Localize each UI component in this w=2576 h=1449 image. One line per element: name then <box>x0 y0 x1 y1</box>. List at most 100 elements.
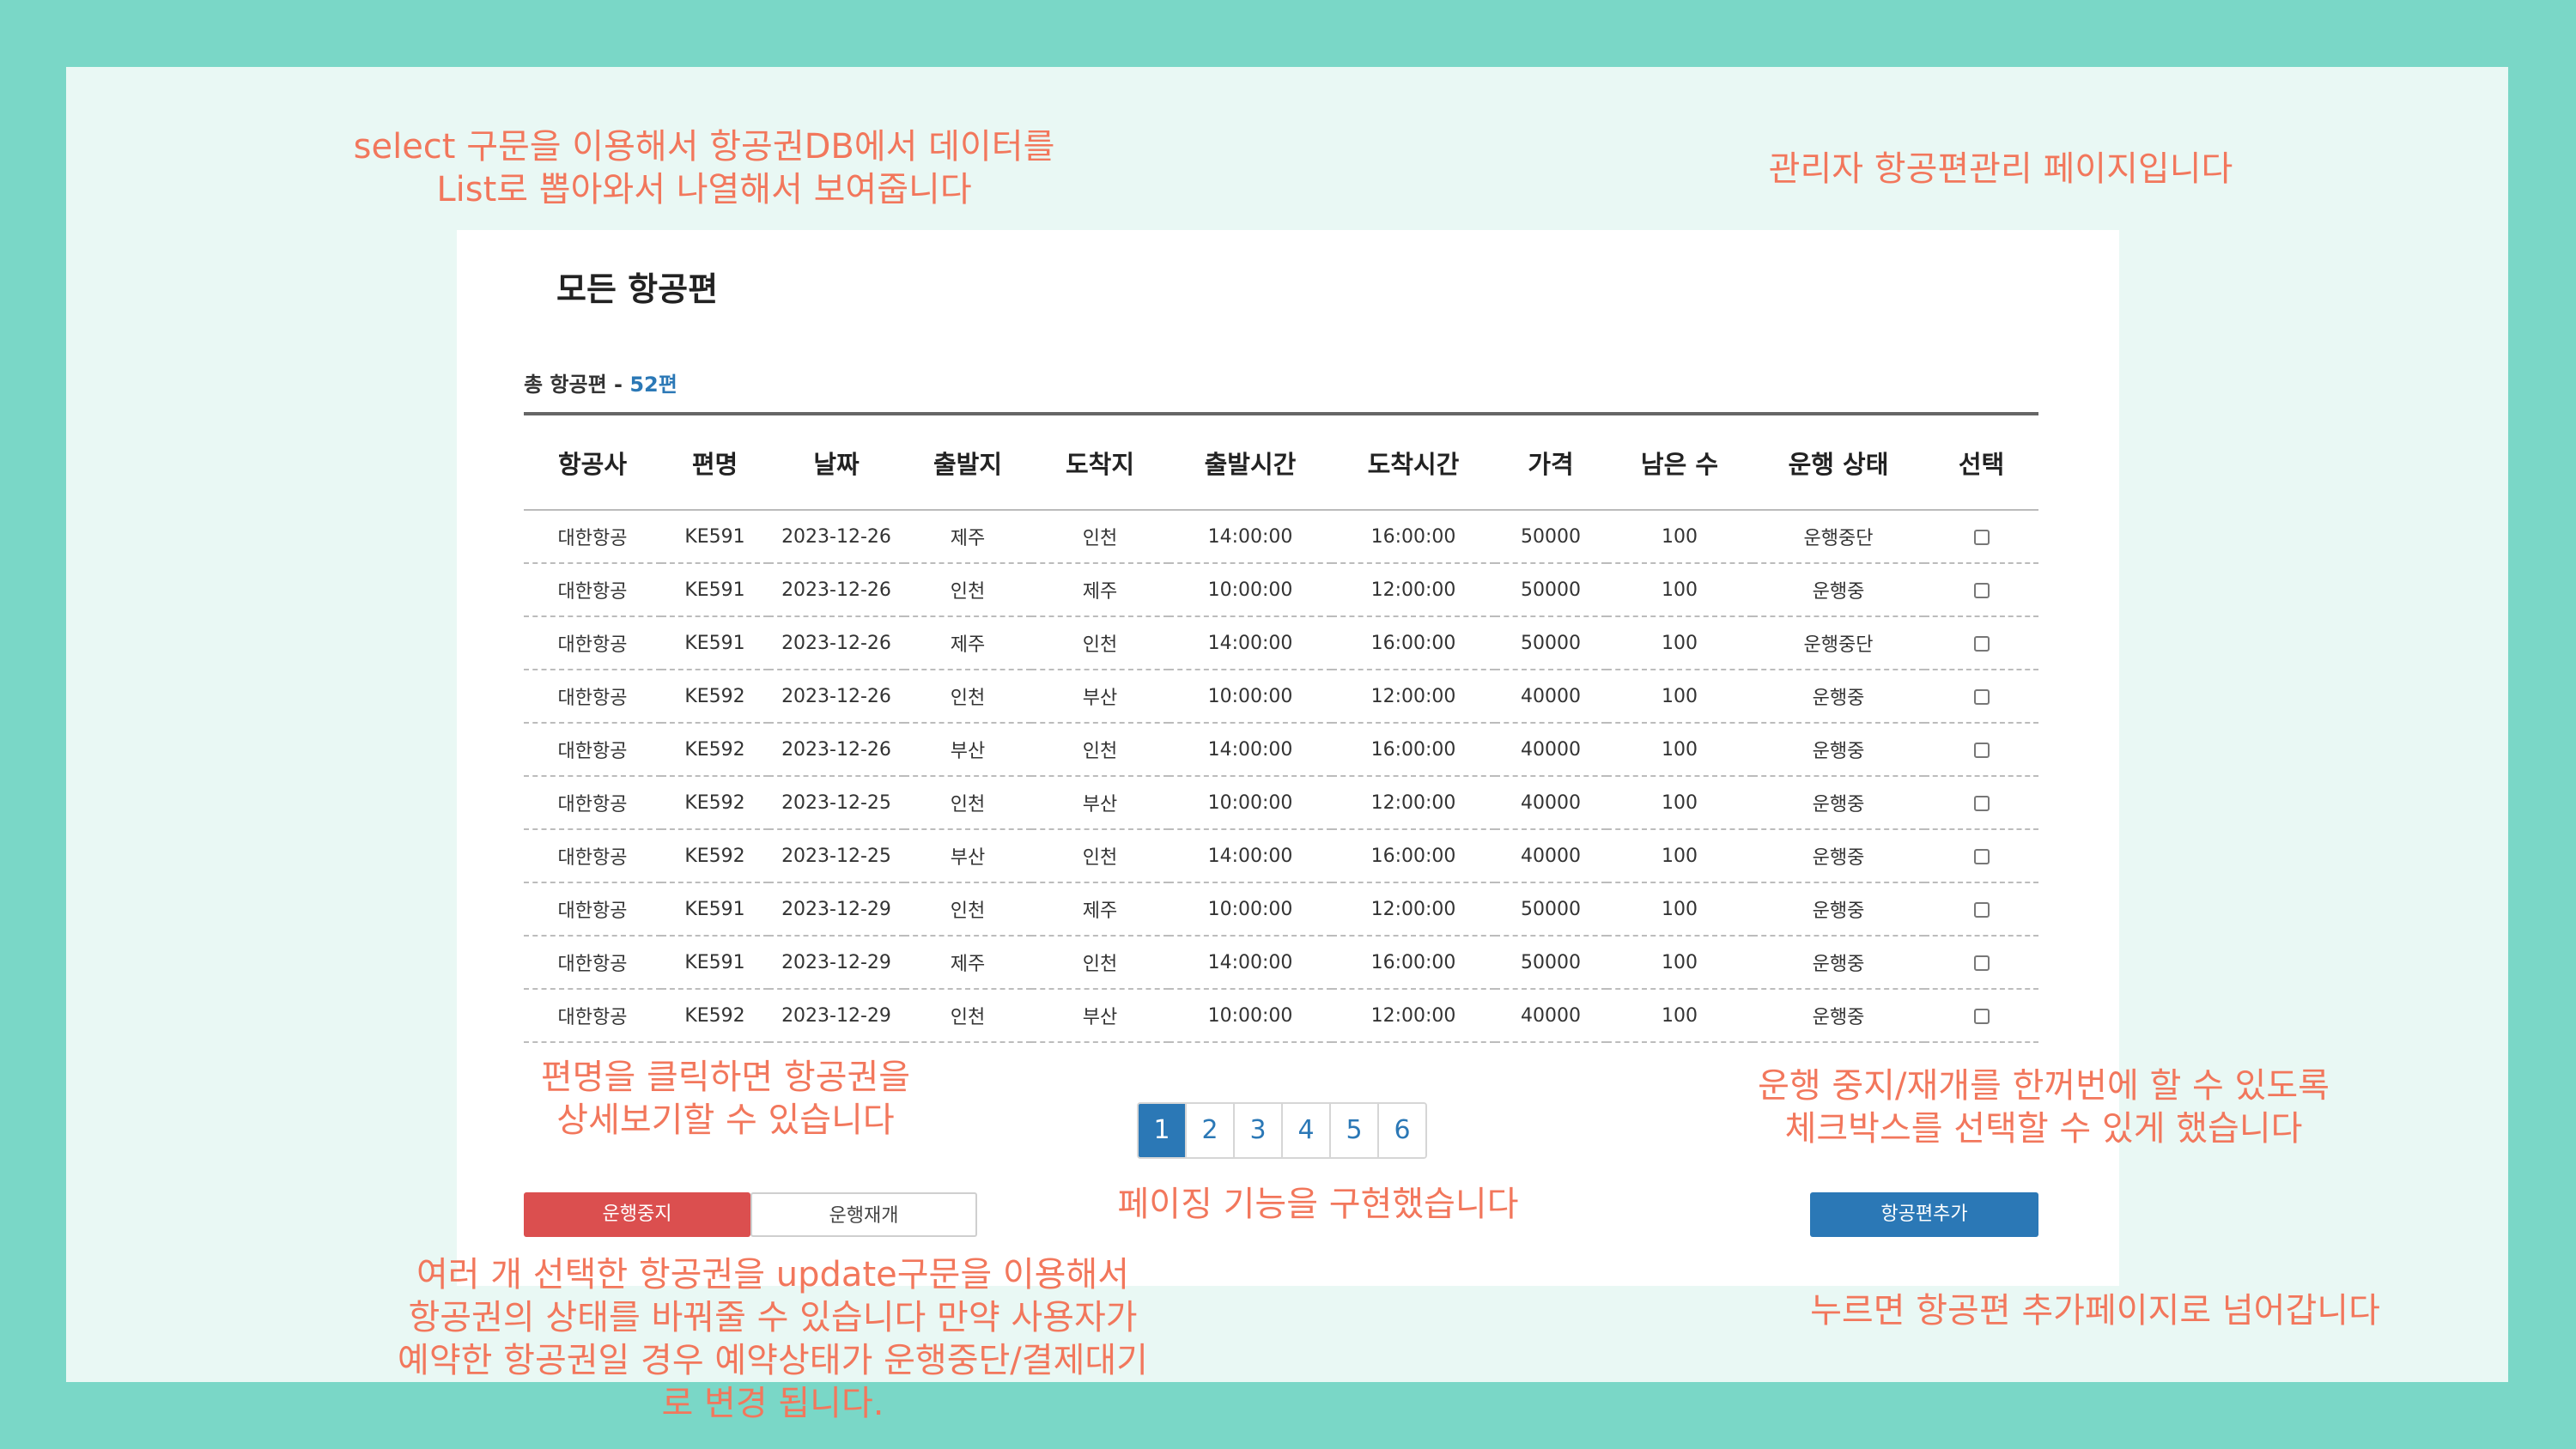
page-button-3[interactable]: 3 <box>1233 1104 1281 1157</box>
cell-airline: 대한항공 <box>524 563 661 617</box>
row-select-checkbox[interactable] <box>1973 901 1990 918</box>
total-flights-label: 총 항공편 - <box>524 373 630 397</box>
row-select-checkbox[interactable] <box>1973 1008 1990 1024</box>
table-row: 대한항공 KE592 2023-12-26 부산 인천 14:00:00 16:00:00 4… <box>524 723 2038 777</box>
cell-seats-left: 100 <box>1607 776 1753 830</box>
row-select-checkbox[interactable] <box>1973 529 1990 545</box>
page-button-2[interactable]: 2 <box>1185 1104 1233 1157</box>
cell-seats-left: 100 <box>1607 510 1753 564</box>
flight-table-body: 대한항공 KE591 2023-12-26 제주 인천 14:00:00 16:00:00 5… <box>524 510 2038 1043</box>
cell-price: 50000 <box>1495 616 1607 670</box>
cell-date: 2023-12-29 <box>769 989 904 1043</box>
header-arrival-time: 도착시간 <box>1332 412 1495 511</box>
row-select-checkbox[interactable] <box>1973 582 1990 598</box>
cell-price: 40000 <box>1495 670 1607 724</box>
cell-flight-no[interactable]: KE591 <box>661 936 769 990</box>
cell-date: 2023-12-25 <box>769 829 904 883</box>
cell-destination: 인천 <box>1031 829 1169 883</box>
row-select-checkbox[interactable] <box>1973 635 1990 652</box>
cell-status: 운행중 <box>1753 723 1924 777</box>
cell-price: 50000 <box>1495 563 1607 617</box>
cell-flight-no[interactable]: KE592 <box>661 989 769 1043</box>
cell-flight-no[interactable]: KE591 <box>661 616 769 670</box>
table-header-row: 항공사 편명 날짜 출발지 도착지 출발시간 도착시간 가격 남은 수 운행 상… <box>524 412 2038 511</box>
cell-destination: 부산 <box>1031 776 1169 830</box>
cell-airline: 대한항공 <box>524 616 661 670</box>
table-row: 대한항공 KE591 2023-12-29 인천 제주 10:00:00 12:00:00 5… <box>524 882 2038 937</box>
header-airline: 항공사 <box>524 412 661 511</box>
page-button-1[interactable]: 1 <box>1139 1104 1185 1157</box>
header-price: 가격 <box>1495 412 1607 511</box>
annotation-update-query: 여러 개 선택한 항공권을 update구문을 이용해서 항공권의 상태를 바꿔… <box>398 1255 1148 1423</box>
cell-arrival-time: 12:00:00 <box>1332 670 1495 724</box>
total-flights-count: 52편 <box>629 373 677 397</box>
cell-status: 운행중 <box>1753 936 1924 990</box>
cell-price: 40000 <box>1495 776 1607 830</box>
page-button-4[interactable]: 4 <box>1281 1104 1329 1157</box>
cell-status: 운행중단 <box>1753 510 1924 564</box>
cell-status: 운행중단 <box>1753 616 1924 670</box>
cell-airline: 대한항공 <box>524 936 661 990</box>
table-row: 대한항공 KE592 2023-12-26 인천 부산 10:00:00 12:00:00 4… <box>524 670 2038 724</box>
cell-origin: 제주 <box>904 510 1031 564</box>
cell-select <box>1924 616 2038 670</box>
cell-flight-no[interactable]: KE592 <box>661 670 769 724</box>
cell-destination: 부산 <box>1031 670 1169 724</box>
cell-seats-left: 100 <box>1607 616 1753 670</box>
cell-select <box>1924 882 2038 937</box>
page-button-5[interactable]: 5 <box>1329 1104 1377 1157</box>
cell-origin: 인천 <box>904 563 1031 617</box>
cell-destination: 인천 <box>1031 616 1169 670</box>
add-flight-button[interactable]: 항공편추가 <box>1810 1192 2038 1237</box>
cell-date: 2023-12-26 <box>769 616 904 670</box>
cell-seats-left: 100 <box>1607 563 1753 617</box>
header-flight-no: 편명 <box>661 412 769 511</box>
cell-airline: 대한항공 <box>524 670 661 724</box>
cell-status: 운행중 <box>1753 670 1924 724</box>
cell-seats-left: 100 <box>1607 723 1753 777</box>
cell-origin: 부산 <box>904 829 1031 883</box>
annotation-select-query: select 구문을 이용해서 항공권DB에서 데이터를 List로 뽑아와서 … <box>353 127 1055 209</box>
cell-flight-no[interactable]: KE591 <box>661 563 769 617</box>
cell-status: 운행중 <box>1753 776 1924 830</box>
table-row: 대한항공 KE591 2023-12-26 인천 제주 10:00:00 12:00:00 5… <box>524 563 2038 617</box>
cell-seats-left: 100 <box>1607 989 1753 1043</box>
row-select-checkbox[interactable] <box>1973 742 1990 758</box>
annotation-paging: 페이징 기능을 구현했습니다 <box>1117 1185 1519 1224</box>
cell-flight-no[interactable]: KE592 <box>661 723 769 777</box>
cell-arrival-time: 12:00:00 <box>1332 989 1495 1043</box>
table-row: 대한항공 KE591 2023-12-26 제주 인천 14:00:00 16:00:00 5… <box>524 510 2038 564</box>
page-button-6[interactable]: 6 <box>1377 1104 1425 1157</box>
cell-flight-no[interactable]: KE591 <box>661 510 769 564</box>
cell-destination: 인천 <box>1031 723 1169 777</box>
stop-operation-button[interactable]: 운행중지 <box>524 1192 750 1237</box>
cell-arrival-time: 16:00:00 <box>1332 510 1495 564</box>
cell-airline: 대한항공 <box>524 723 661 777</box>
row-select-checkbox[interactable] <box>1973 955 1990 971</box>
cell-airline: 대한항공 <box>524 829 661 883</box>
cell-price: 50000 <box>1495 936 1607 990</box>
cell-departure-time: 14:00:00 <box>1169 829 1332 883</box>
row-select-checkbox[interactable] <box>1973 795 1990 811</box>
cell-select <box>1924 936 2038 990</box>
cell-origin: 제주 <box>904 616 1031 670</box>
table-row: 대한항공 KE592 2023-12-25 인천 부산 10:00:00 12:00:00 4… <box>524 776 2038 830</box>
header-select: 선택 <box>1924 412 2038 511</box>
row-select-checkbox[interactable] <box>1973 688 1990 705</box>
row-select-checkbox[interactable] <box>1973 848 1990 864</box>
annotation-add-flight: 누르면 항공편 추가페이지로 넘어갑니다 <box>1810 1291 2380 1331</box>
cell-departure-time: 10:00:00 <box>1169 776 1332 830</box>
annotation-flight-click: 편명을 클릭하면 항공권을 상세보기할 수 있습니다 <box>540 1058 911 1140</box>
cell-flight-no[interactable]: KE592 <box>661 776 769 830</box>
table-row: 대한항공 KE592 2023-12-25 부산 인천 14:00:00 16:00:00 4… <box>524 829 2038 883</box>
cell-arrival-time: 12:00:00 <box>1332 563 1495 617</box>
cell-arrival-time: 12:00:00 <box>1332 776 1495 830</box>
cell-flight-no[interactable]: KE592 <box>661 829 769 883</box>
cell-origin: 인천 <box>904 989 1031 1043</box>
cell-price: 40000 <box>1495 989 1607 1043</box>
resume-operation-button[interactable]: 운행재개 <box>750 1192 977 1237</box>
cell-destination: 제주 <box>1031 882 1169 937</box>
cell-departure-time: 14:00:00 <box>1169 616 1332 670</box>
cell-flight-no[interactable]: KE591 <box>661 882 769 937</box>
cell-destination: 인천 <box>1031 510 1169 564</box>
